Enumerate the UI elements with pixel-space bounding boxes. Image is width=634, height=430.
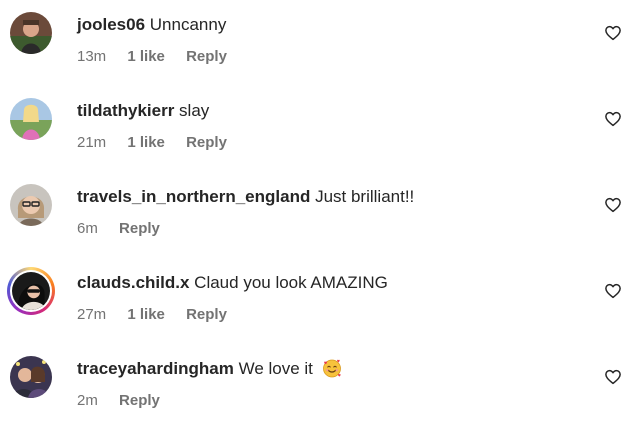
timestamp: 6m [77, 220, 98, 237]
comment-meta: 21m 1 like Reply [77, 133, 244, 153]
comment-item: jooles06 Unncanny 13m 1 like Reply [0, 0, 634, 86]
reply-button[interactable]: Reply [119, 220, 160, 237]
smiling-face-with-hearts-icon [322, 359, 341, 378]
avatar[interactable] [10, 356, 52, 398]
timestamp: 2m [77, 392, 98, 409]
username[interactable]: traceyahardingham [77, 359, 234, 378]
reply-button[interactable]: Reply [186, 134, 227, 151]
comment-text: We love it [238, 359, 313, 378]
timestamp: 21m [77, 134, 107, 151]
avatar[interactable] [10, 12, 52, 54]
like-count[interactable]: 1 like [127, 48, 165, 65]
avatar [10, 270, 52, 312]
like-count[interactable]: 1 like [127, 306, 165, 323]
comment-meta: 27m 1 like Reply [77, 305, 244, 325]
comment-text-line: travels_in_northern_england Just brillia… [77, 186, 414, 208]
reply-button[interactable]: Reply [119, 392, 160, 409]
username[interactable]: clauds.child.x [77, 273, 189, 292]
comment-item: tildathykierr slay 21m 1 like Reply [0, 86, 634, 172]
username[interactable]: travels_in_northern_england [77, 187, 310, 206]
comment-list: jooles06 Unncanny 13m 1 like Reply tilda… [0, 0, 634, 430]
comment-text: Just brilliant!! [315, 187, 415, 206]
username[interactable]: jooles06 [77, 15, 145, 34]
comment-item: travels_in_northern_england Just brillia… [0, 172, 634, 258]
comment-meta: 6m Reply [77, 219, 177, 239]
heart-outline-icon[interactable] [604, 24, 622, 42]
avatar[interactable] [10, 98, 52, 140]
comment-text: slay [179, 101, 210, 120]
comment-meta: 13m 1 like Reply [77, 47, 244, 67]
comment-text: Claud you look AMAZING [194, 273, 388, 292]
comment-text-line: clauds.child.x Claud you look AMAZING [77, 272, 388, 294]
reply-button[interactable]: Reply [186, 48, 227, 65]
avatar[interactable] [10, 184, 52, 226]
comment-text-line: traceyahardingham We love it [77, 358, 342, 380]
comment-text-line: tildathykierr slay [77, 100, 209, 122]
timestamp: 27m [77, 306, 107, 323]
comment-meta: 2m Reply [77, 391, 177, 411]
comment-text: Unncanny [149, 15, 227, 34]
heart-outline-icon[interactable] [604, 196, 622, 214]
avatar-story-ring[interactable] [7, 267, 55, 315]
heart-outline-icon[interactable] [604, 368, 622, 386]
comment-item: traceyahardingham We love it 2m Reply [0, 344, 634, 430]
heart-outline-icon[interactable] [604, 110, 622, 128]
reply-button[interactable]: Reply [186, 306, 227, 323]
timestamp: 13m [77, 48, 107, 65]
comment-text-line: jooles06 Unncanny [77, 14, 226, 36]
like-count[interactable]: 1 like [127, 134, 165, 151]
comment-item: clauds.child.x Claud you look AMAZING 27… [0, 258, 634, 344]
username[interactable]: tildathykierr [77, 101, 174, 120]
heart-outline-icon[interactable] [604, 282, 622, 300]
